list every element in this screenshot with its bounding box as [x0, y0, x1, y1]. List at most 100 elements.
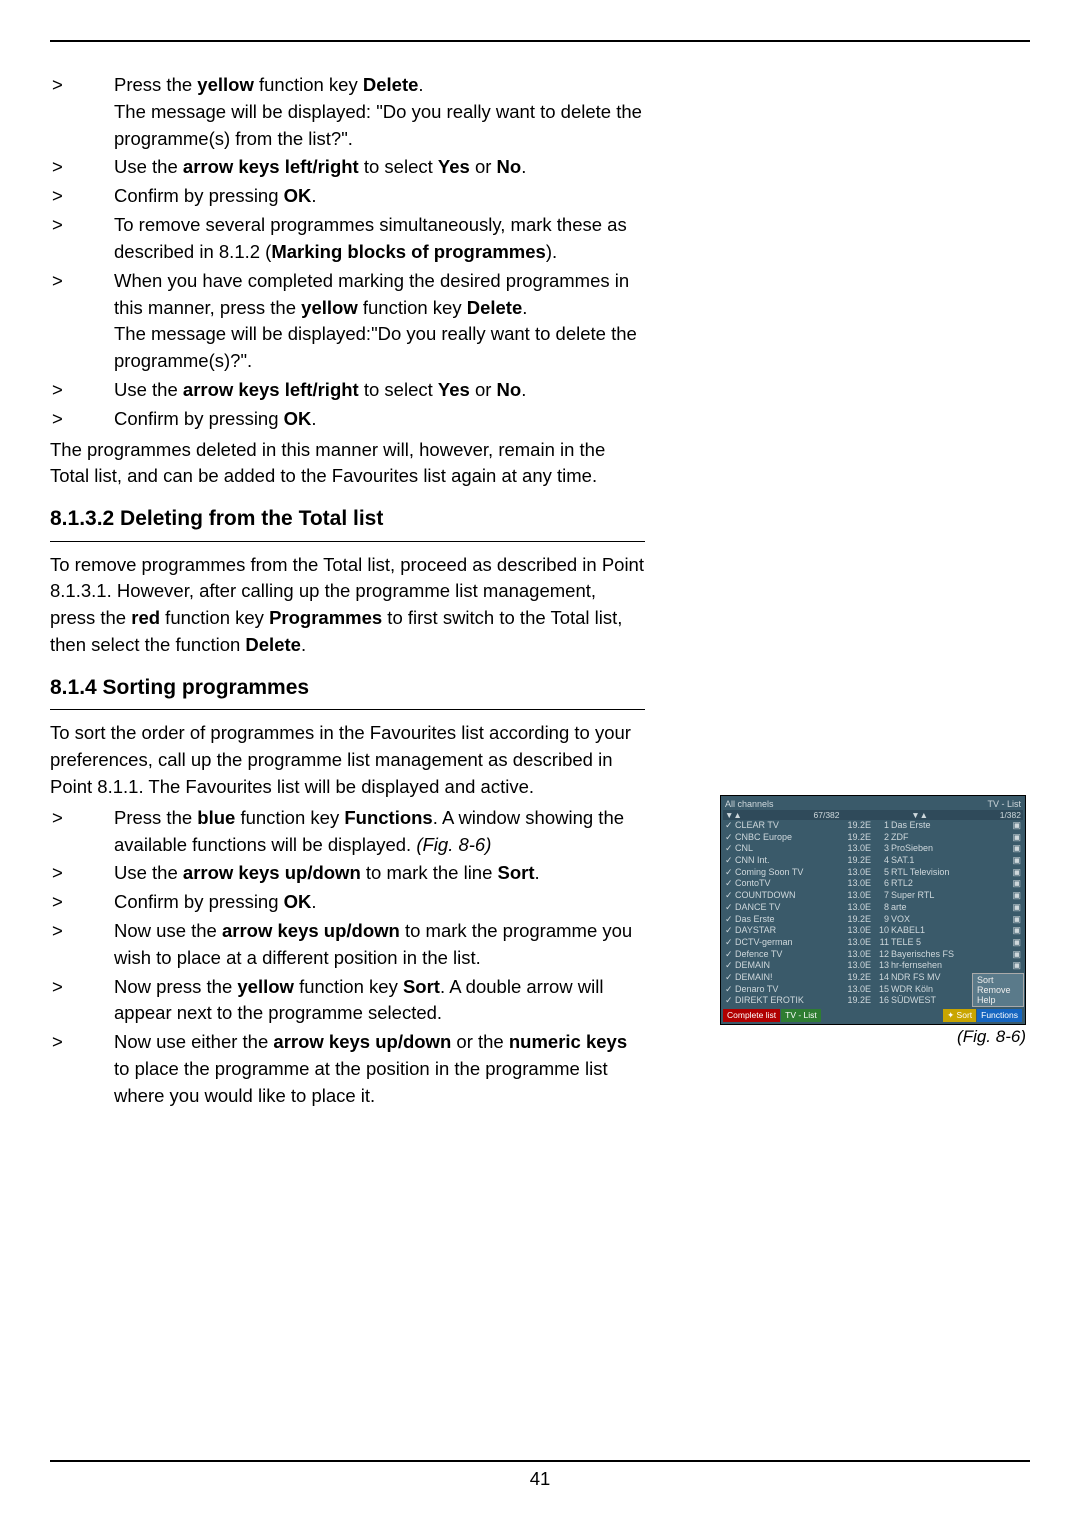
instruction-text: Now use the arrow keys up/down to mark t… — [114, 918, 645, 972]
list-marker: > — [50, 154, 114, 181]
channel-row[interactable]: ✓Coming Soon TV13.0E — [723, 867, 873, 879]
instruction-text: When you have completed marking the desi… — [114, 268, 645, 375]
channel-row[interactable]: ✓CNL13.0E — [723, 843, 873, 855]
section-rule-2 — [50, 709, 645, 710]
channel-row[interactable]: ✓DAYSTAR13.0E — [723, 925, 873, 937]
channel-row[interactable]: 6RTL2▣ — [873, 878, 1023, 890]
list-marker: > — [50, 1029, 114, 1109]
channel-row[interactable]: ✓CNBC Europe19.2E — [723, 832, 873, 844]
channel-row[interactable]: 9VOX▣ — [873, 914, 1023, 926]
channel-list-left: ✓CLEAR TV19.2E✓CNBC Europe19.2E✓CNL13.0E… — [723, 820, 873, 1007]
blue-button[interactable]: Functions — [977, 1009, 1022, 1022]
instruction-text: Now press the yellow function key Sort. … — [114, 974, 645, 1028]
count-left: 67/382 — [814, 810, 840, 820]
bottom-rule — [50, 1460, 1030, 1462]
instruction-text: Confirm by pressing OK. — [114, 183, 645, 210]
channel-row[interactable]: ✓DEMAIN13.0E — [723, 960, 873, 972]
channel-row[interactable]: 11TELE 5▣ — [873, 937, 1023, 949]
summary-paragraph: The programmes deleted in this manner wi… — [50, 437, 645, 491]
channel-row[interactable]: ✓Denaro TV13.0E — [723, 984, 873, 996]
figure-area: All channels TV - List ▼▲ 67/382 ▼▲ 1/38… — [720, 795, 1030, 1047]
channel-row[interactable]: ✓COUNTDOWN13.0E — [723, 890, 873, 902]
instruction-item: >Use the arrow keys left/right to select… — [50, 154, 645, 181]
instruction-item: >Use the arrow keys up/down to mark the … — [50, 860, 645, 887]
instruction-item: >Now use the arrow keys up/down to mark … — [50, 918, 645, 972]
instruction-text: To remove several programmes simultaneou… — [114, 212, 645, 266]
instruction-text: Press the blue function key Functions. A… — [114, 805, 645, 859]
section-rule-1 — [50, 541, 645, 542]
list-marker: > — [50, 72, 114, 152]
list-marker: > — [50, 212, 114, 266]
embedded-screenshot: All channels TV - List ▼▲ 67/382 ▼▲ 1/38… — [720, 795, 1030, 1025]
channel-row[interactable]: 4SAT.1▣ — [873, 855, 1023, 867]
list-marker: > — [50, 974, 114, 1028]
channel-row[interactable]: 8arte▣ — [873, 902, 1023, 914]
green-button[interactable]: TV - List — [781, 1009, 821, 1022]
section-2-intro: To sort the order of programmes in the F… — [50, 720, 645, 800]
instruction-item: >Confirm by pressing OK. — [50, 183, 645, 210]
popup-item[interactable]: Remove — [973, 985, 1023, 995]
panel-title-right: TV - List — [987, 799, 1021, 809]
list-marker: > — [50, 406, 114, 433]
page: >Press the yellow function key Delete.Th… — [0, 0, 1080, 1532]
functions-popup: SortRemoveHelp — [972, 973, 1024, 1007]
color-button-bar: Complete list TV - List ✦ Sort Functions — [723, 1009, 1023, 1022]
instruction-item: >To remove several programmes simultaneo… — [50, 212, 645, 266]
channel-row[interactable]: ✓CNN Int.19.2E — [723, 855, 873, 867]
list-marker: > — [50, 860, 114, 887]
channel-row[interactable]: ✓DANCE TV13.0E — [723, 902, 873, 914]
section-1-body: To remove programmes from the Total list… — [50, 552, 645, 659]
instruction-text: Confirm by pressing OK. — [114, 406, 645, 433]
red-button[interactable]: Complete list — [723, 1009, 780, 1022]
instruction-item: >Press the yellow function key Delete.Th… — [50, 72, 645, 152]
channel-row[interactable]: ✓ContoTV13.0E — [723, 878, 873, 890]
instruction-text: Use the arrow keys up/down to mark the l… — [114, 860, 645, 887]
instruction-item: >When you have completed marking the des… — [50, 268, 645, 375]
channel-row[interactable]: ✓Defence TV13.0E — [723, 949, 873, 961]
popup-item[interactable]: Help — [973, 995, 1023, 1005]
instruction-item: >Now use either the arrow keys up/down o… — [50, 1029, 645, 1109]
instruction-text: Use the arrow keys left/right to select … — [114, 154, 645, 181]
list-marker: > — [50, 889, 114, 916]
list-marker: > — [50, 377, 114, 404]
panel-title-left: All channels — [725, 799, 774, 809]
channel-row[interactable]: 10KABEL1▣ — [873, 925, 1023, 937]
count-right: 1/382 — [1000, 810, 1021, 820]
page-inner: >Press the yellow function key Delete.Th… — [50, 40, 1030, 1492]
instruction-item: >Use the arrow keys left/right to select… — [50, 377, 645, 404]
main-column: >Press the yellow function key Delete.Th… — [50, 72, 645, 1110]
instruction-item: >Confirm by pressing OK. — [50, 406, 645, 433]
instruction-text: Now use either the arrow keys up/down or… — [114, 1029, 645, 1109]
instruction-list-2: >Press the blue function key Functions. … — [50, 805, 645, 1110]
channel-row[interactable]: ✓Das Erste19.2E — [723, 914, 873, 926]
instruction-text: Press the yellow function key Delete.The… — [114, 72, 645, 152]
channel-row[interactable]: 2ZDF▣ — [873, 832, 1023, 844]
section-heading-1: 8.1.3.2 Deleting from the Total list — [50, 504, 645, 534]
channel-row[interactable]: 12Bayerisches FS▣ — [873, 949, 1023, 961]
instruction-list-1: >Press the yellow function key Delete.Th… — [50, 72, 645, 433]
channel-row[interactable]: 3ProSieben▣ — [873, 843, 1023, 855]
channel-row[interactable]: 13hr-fernsehen▣ — [873, 960, 1023, 972]
list-marker: > — [50, 918, 114, 972]
list-marker: > — [50, 805, 114, 859]
list-marker: > — [50, 183, 114, 210]
channel-row[interactable]: 5RTL Television▣ — [873, 867, 1023, 879]
instruction-text: Confirm by pressing OK. — [114, 889, 645, 916]
page-number: 41 — [50, 1468, 1030, 1492]
list-marker: > — [50, 268, 114, 375]
instruction-text: Use the arrow keys left/right to select … — [114, 377, 645, 404]
channel-row[interactable]: ✓CLEAR TV19.2E — [723, 820, 873, 832]
channel-row[interactable]: ✓DCTV-german13.0E — [723, 937, 873, 949]
channel-row[interactable]: 7Super RTL▣ — [873, 890, 1023, 902]
channel-row[interactable]: ✓DEMAIN!19.2E — [723, 972, 873, 984]
page-footer: 41 — [50, 1460, 1030, 1492]
figure-caption: (Fig. 8-6) — [720, 1025, 1030, 1047]
popup-item[interactable]: Sort — [973, 975, 1023, 985]
instruction-item: >Now press the yellow function key Sort.… — [50, 974, 645, 1028]
instruction-item: >Press the blue function key Functions. … — [50, 805, 645, 859]
channel-row[interactable]: 1Das Erste▣ — [873, 820, 1023, 832]
channel-row[interactable]: ✓DIREKT EROTIK19.2E — [723, 995, 873, 1007]
yellow-button[interactable]: ✦ Sort — [943, 1009, 976, 1022]
instruction-item: >Confirm by pressing OK. — [50, 889, 645, 916]
section-heading-2: 8.1.4 Sorting programmes — [50, 673, 645, 703]
